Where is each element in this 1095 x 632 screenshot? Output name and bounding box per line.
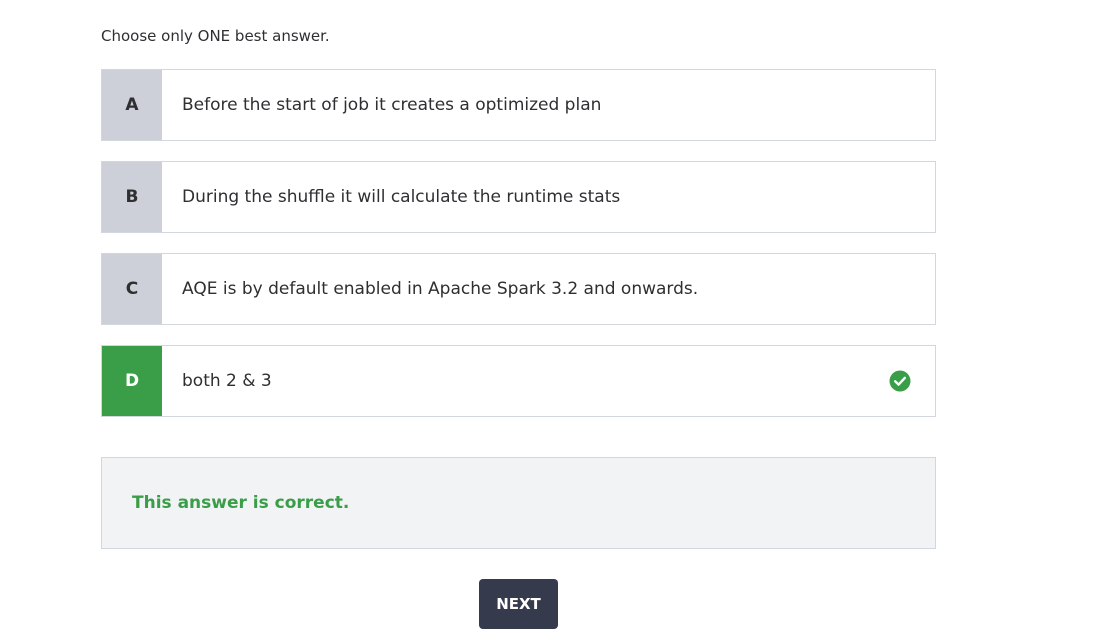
check-circle-icon: [889, 370, 911, 392]
feedback-panel: This answer is correct.: [101, 457, 936, 549]
feedback-message: This answer is correct.: [132, 493, 350, 513]
instruction-text: Choose only ONE best answer.: [101, 27, 330, 45]
answer-option-b[interactable]: B During the shuffle it will calculate t…: [101, 161, 936, 233]
option-letter: B: [102, 162, 162, 232]
option-text: AQE is by default enabled in Apache Spar…: [182, 279, 699, 299]
option-text: During the shuffle it will calculate the…: [182, 187, 621, 207]
quiz-page: Choose only ONE best answer. A Before th…: [0, 0, 1095, 632]
option-letter: A: [102, 70, 162, 140]
option-text: Before the start of job it creates a opt…: [182, 95, 602, 115]
answer-options-list: A Before the start of job it creates a o…: [101, 69, 936, 437]
option-letter: C: [102, 254, 162, 324]
answer-option-a[interactable]: A Before the start of job it creates a o…: [101, 69, 936, 141]
answer-option-d[interactable]: D both 2 & 3: [101, 345, 936, 417]
next-button[interactable]: NEXT: [479, 579, 558, 629]
answer-option-c[interactable]: C AQE is by default enabled in Apache Sp…: [101, 253, 936, 325]
option-letter: D: [102, 346, 162, 416]
option-text: both 2 & 3: [182, 371, 272, 391]
